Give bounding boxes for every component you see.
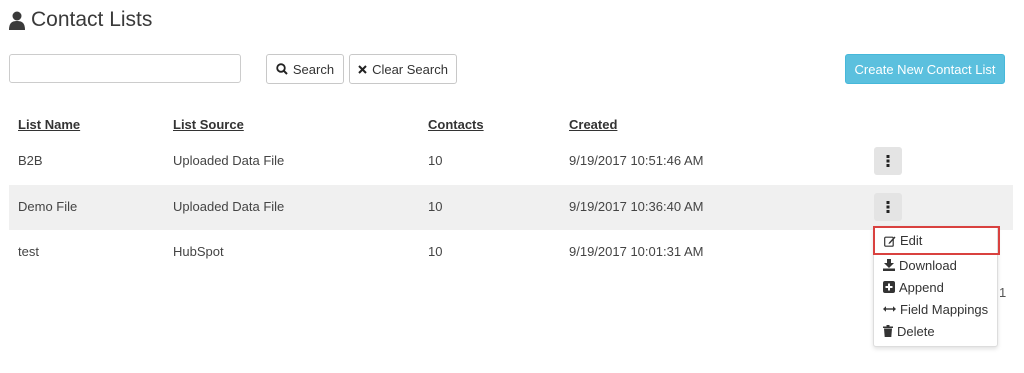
trash-icon [883,325,893,337]
row-actions-button[interactable] [874,147,902,175]
list-name-cell: B2B [18,153,43,168]
list-source-cell: HubSpot [173,244,224,259]
menu-item-label: Delete [897,323,935,339]
menu-item-append[interactable]: Append [883,277,944,297]
search-input[interactable] [9,54,241,83]
list-source-cell: Uploaded Data File [173,199,285,214]
column-header-created[interactable]: Created [569,117,617,132]
menu-item-label: Append [899,279,944,295]
create-button-label: Create New Contact List [854,61,996,77]
created-cell: 9/19/2017 10:36:40 AM [569,199,704,214]
row-actions-button[interactable] [874,193,902,221]
contacts-cell: 10 [428,244,443,259]
created-cell: 9/19/2017 10:51:46 AM [569,153,704,168]
row-actions-menu: Edit Download Append Field Mappings Dele… [873,226,1000,347]
menu-item-label: Edit [900,233,923,248]
edit-icon [884,235,896,247]
clear-search-label: Clear Search [372,61,448,77]
table-row: Demo File Uploaded Data File 10 9/19/201… [9,185,1013,230]
table-row: B2B Uploaded Data File 10 9/19/2017 10:5… [9,139,1013,184]
plus-square-icon [883,281,895,293]
menu-item-label: Field Mappings [900,301,989,317]
menu-item-field-mappings[interactable]: Field Mappings [883,299,988,319]
menu-item-label: Download [899,257,957,273]
list-name-cell: Demo File [18,199,78,214]
menu-item-download[interactable]: Download [883,255,957,275]
list-name-cell: test [18,244,39,259]
user-icon [9,11,25,30]
list-source-cell: Uploaded Data File [173,153,285,168]
contacts-cell: 10 [428,153,443,168]
contacts-cell: 10 [428,199,443,214]
column-header-list-name[interactable]: List Name [18,117,80,132]
menu-item-delete[interactable]: Delete [883,321,935,341]
column-header-list-source[interactable]: List Source [173,117,244,132]
table-row: test HubSpot 10 9/19/2017 10:01:31 AM [9,231,1013,276]
column-header-contacts[interactable]: Contacts [428,117,484,132]
pagination-page-number[interactable]: 1 [999,285,1006,300]
page-title: Contact Lists [31,8,153,31]
page-header: Contact Lists [9,6,152,34]
close-icon [358,64,367,74]
search-button[interactable]: Search [266,54,344,84]
menu-item-edit[interactable]: Edit [873,226,1000,255]
vertical-ellipsis-icon [886,201,890,213]
create-contact-list-button[interactable]: Create New Contact List [845,54,1005,84]
clear-search-button[interactable]: Clear Search [349,54,457,84]
arrows-horizontal-icon [883,305,896,313]
search-button-label: Search [292,61,335,77]
created-cell: 9/19/2017 10:01:31 AM [569,244,704,259]
search-icon [276,63,288,75]
vertical-ellipsis-icon [886,155,890,167]
download-icon [883,259,895,271]
